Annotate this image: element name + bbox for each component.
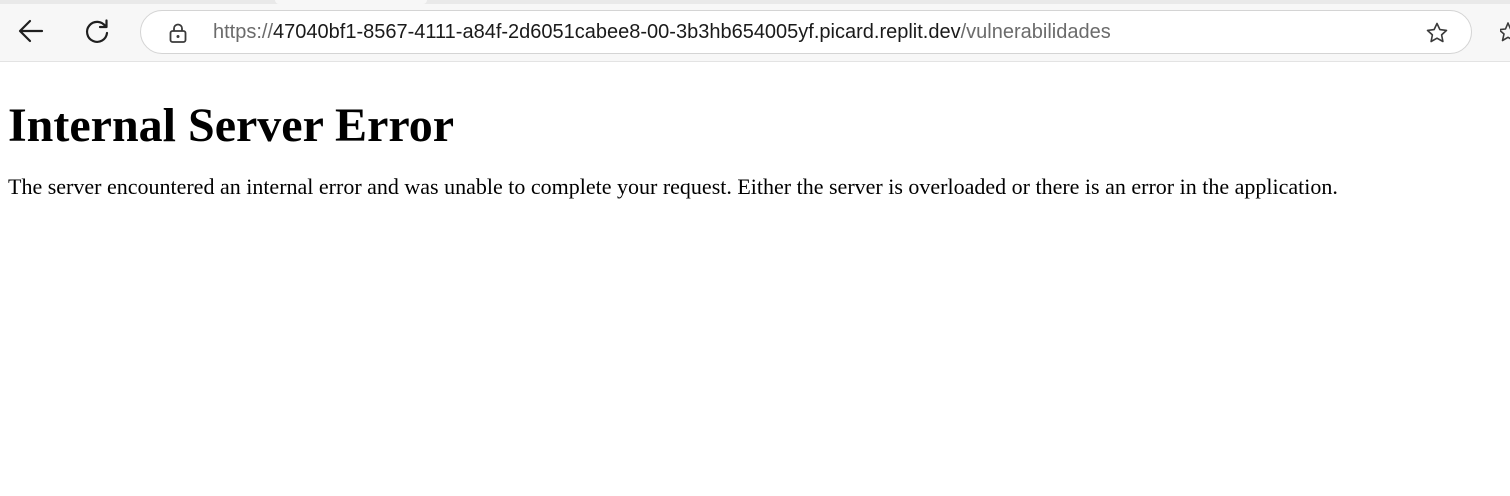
- error-message: The server encountered an internal error…: [8, 174, 1338, 199]
- active-tab[interactable]: [275, 0, 427, 4]
- page-content: Internal Server Error The server encount…: [8, 62, 1502, 200]
- reload-icon: [85, 19, 109, 43]
- address-bar[interactable]: https://47040bf1-8567-4111-a84f-2d6051ca…: [140, 10, 1472, 54]
- browser-toolbar: https://47040bf1-8567-4111-a84f-2d6051ca…: [0, 0, 1510, 62]
- favorites-star-icon[interactable]: [1500, 20, 1510, 44]
- lock-icon[interactable]: [167, 22, 189, 44]
- url-path: /vulnerabilidades: [960, 21, 1111, 43]
- reload-button[interactable]: [79, 13, 115, 49]
- tab-strip: [0, 0, 1510, 4]
- url-scheme: https://: [213, 21, 274, 43]
- url-host: 47040bf1-8567-4111-a84f-2d6051cabee8-00-…: [273, 21, 961, 43]
- url-text[interactable]: https://47040bf1-8567-4111-a84f-2d6051ca…: [213, 11, 1111, 53]
- back-button[interactable]: [13, 13, 49, 49]
- back-arrow-icon: [18, 19, 44, 43]
- star-icon[interactable]: [1425, 21, 1449, 45]
- error-heading: Internal Server Error: [8, 99, 455, 152]
